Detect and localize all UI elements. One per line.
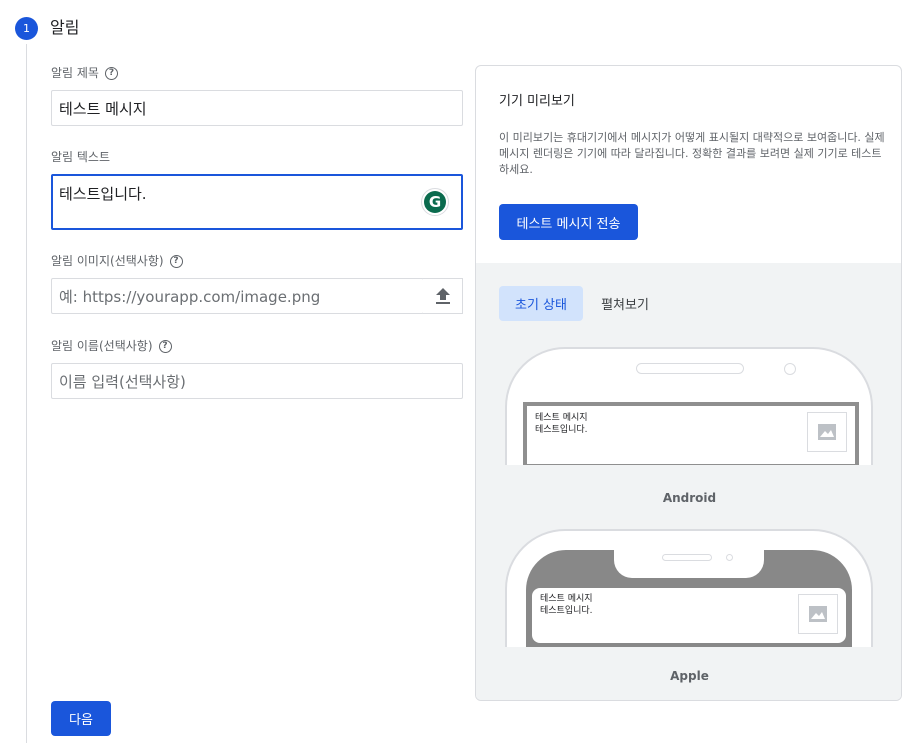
upload-button[interactable] [423, 278, 463, 314]
device-preview-card: 기기 미리보기 이 미리보기는 휴대기기에서 메시지가 어떻게 표시될지 대략적… [475, 65, 902, 701]
image-icon [798, 594, 838, 634]
notification-title-input[interactable]: 테스트 메시지 [51, 90, 463, 126]
apple-device-frame: 테스트 메시지 테스트입니다. [505, 529, 873, 647]
speaker-grille [662, 554, 712, 561]
notification-text-input[interactable]: 테스트입니다. G [51, 174, 463, 230]
android-label: Android [662, 491, 717, 505]
speaker-grille [636, 363, 744, 374]
help-circle-icon[interactable]: ? [169, 254, 183, 268]
upload-icon [435, 288, 450, 304]
step-connector-line [26, 44, 27, 743]
next-button[interactable]: 다음 [51, 701, 111, 736]
notification-name-placeholder: 이름 입력(선택사항) [59, 372, 186, 391]
notification-name-label: 알림 이름(선택사항) ? [51, 338, 172, 354]
notification-image-placeholder: 예: https://yourapp.com/image.png [59, 287, 321, 306]
step-title: 알림 [50, 18, 80, 37]
send-test-message-button[interactable]: 테스트 메시지 전송 [499, 204, 638, 240]
notification-text-label: 알림 텍스트 [51, 149, 110, 165]
step-number-badge: 1 [15, 17, 38, 40]
camera-icon [726, 554, 733, 561]
preview-title: 기기 미리보기 [499, 94, 575, 109]
notification-title-value: 테스트 메시지 [59, 99, 147, 118]
apple-notification: 테스트 메시지 테스트입니다. [532, 588, 846, 643]
notification-image-label: 알림 이미지(선택사항) ? [51, 253, 183, 269]
tab-initial-state[interactable]: 초기 상태 [499, 286, 583, 321]
android-device-frame: 테스트 메시지 테스트입니다. [505, 347, 873, 465]
notification-image-input[interactable]: 예: https://yourapp.com/image.png [51, 278, 424, 314]
preview-description: 이 미리보기는 휴대기기에서 메시지가 어떻게 표시될지 대략적으로 보여줍니다… [499, 131, 885, 176]
grammarly-logo: G [424, 191, 446, 213]
notification-name-label-text: 알림 이름(선택사항) [51, 339, 153, 353]
notification-text-value: 테스트입니다. [59, 185, 147, 203]
apple-notch [614, 548, 764, 578]
android-screen: 테스트 메시지 테스트입니다. [523, 402, 859, 465]
notification-title-label: 알림 제목 ? [51, 65, 118, 81]
notification-name-input[interactable]: 이름 입력(선택사항) [51, 363, 463, 399]
notification-title-label-text: 알림 제목 [51, 66, 99, 80]
notification-image-label-text: 알림 이미지(선택사항) [51, 254, 164, 268]
camera-icon [784, 363, 796, 375]
notification-preview-title: 테스트 메시지 [540, 594, 593, 604]
apple-screen: 테스트 메시지 테스트입니다. [526, 548, 852, 647]
notification-preview-title: 테스트 메시지 [535, 413, 588, 423]
preview-area: 초기 상태 펼쳐보기 테스트 메시지 테스트입니다. Android 테스트 메… [476, 263, 901, 700]
tab-expanded[interactable]: 펼쳐보기 [590, 286, 660, 321]
android-notification: 테스트 메시지 테스트입니다. [527, 406, 855, 464]
notification-text-label-text: 알림 텍스트 [51, 150, 111, 164]
notification-preview-text: 테스트입니다. [535, 425, 588, 435]
notification-preview-text: 테스트입니다. [540, 606, 593, 616]
grammarly-icon[interactable]: G [421, 188, 449, 216]
help-circle-icon[interactable]: ? [158, 339, 172, 353]
image-icon [807, 412, 847, 452]
apple-label: Apple [670, 669, 709, 683]
help-circle-icon[interactable]: ? [104, 66, 118, 80]
